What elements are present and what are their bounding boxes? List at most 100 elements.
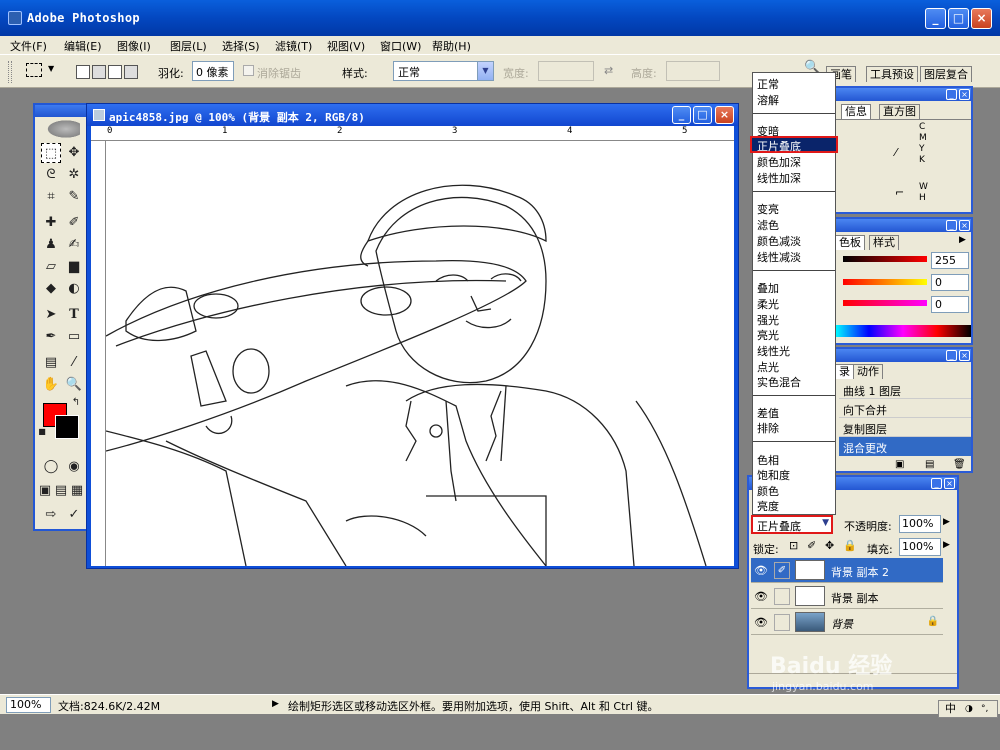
new-selection-icon[interactable] bbox=[76, 65, 90, 79]
tab-tool-presets[interactable]: 工具预设 bbox=[866, 66, 918, 82]
visibility-eye-icon[interactable]: 👁 bbox=[754, 564, 768, 577]
blend-option-linear-burn[interactable]: 线性加深 bbox=[757, 170, 801, 186]
menu-select[interactable]: 选择(S) bbox=[222, 38, 260, 54]
doc-maximize-button[interactable]: □ bbox=[693, 106, 712, 124]
history-item-active[interactable]: 混合更改 bbox=[839, 437, 971, 456]
blend-option-hard-light[interactable]: 强光 bbox=[757, 312, 779, 328]
path-select-tool-icon[interactable]: ➤ bbox=[41, 305, 61, 325]
subtract-selection-icon[interactable] bbox=[108, 65, 122, 79]
menu-file[interactable]: 文件(F) bbox=[10, 38, 47, 54]
blend-option-color[interactable]: 颜色 bbox=[757, 483, 779, 499]
minimize-button[interactable]: _ bbox=[925, 8, 946, 29]
history-panel-header[interactable]: _ × bbox=[835, 349, 971, 362]
blend-option-hard-mix[interactable]: 实色混合 bbox=[757, 374, 801, 390]
blend-option-saturation[interactable]: 饱和度 bbox=[757, 467, 790, 483]
play-arrow-icon[interactable]: ▶ bbox=[272, 699, 279, 709]
red-value-input[interactable]: 255 bbox=[931, 252, 969, 269]
screen-mode-standard-icon[interactable]: ▣ bbox=[37, 481, 53, 501]
antialias-checkbox[interactable] bbox=[243, 65, 254, 76]
blend-option-soft-light[interactable]: 柔光 bbox=[757, 296, 779, 312]
eraser-tool-icon[interactable]: ▱ bbox=[41, 257, 61, 277]
blend-option-color-dodge[interactable]: 颜色减淡 bbox=[757, 233, 801, 249]
blend-option-linear-dodge[interactable]: 线性减淡 bbox=[757, 249, 801, 265]
history-item[interactable]: 曲线 1 图层 bbox=[839, 380, 971, 399]
blue-slider-track[interactable] bbox=[843, 300, 927, 306]
move-tool-icon[interactable]: ✥ bbox=[64, 143, 84, 163]
close-button[interactable]: × bbox=[971, 8, 992, 29]
opacity-arrow-icon[interactable]: ▶ bbox=[943, 517, 950, 527]
swap-colors-icon[interactable]: ↰ bbox=[70, 397, 82, 409]
slice-tool-icon[interactable]: ✎ bbox=[64, 187, 84, 207]
menu-filter[interactable]: 滤镜(T) bbox=[275, 38, 312, 54]
zoom-input[interactable]: 100% bbox=[6, 697, 51, 713]
blend-option-hue[interactable]: 色相 bbox=[757, 452, 779, 468]
link-box[interactable] bbox=[774, 588, 790, 605]
rect-marquee-tool-icon[interactable]: ⬚ bbox=[41, 143, 61, 163]
quick-mask-mode-icon[interactable]: ◉ bbox=[64, 457, 84, 477]
doc-minimize-button[interactable]: _ bbox=[672, 106, 691, 124]
clone-stamp-tool-icon[interactable]: ♟ bbox=[41, 235, 61, 255]
horizontal-ruler[interactable]: 0 1 2 3 4 5 bbox=[91, 126, 734, 141]
history-item[interactable]: 向下合并 bbox=[839, 399, 971, 418]
tab-histogram[interactable]: 直方图 bbox=[879, 104, 920, 119]
blend-option-normal[interactable]: 正常 bbox=[757, 76, 779, 92]
info-panel-header[interactable]: _ × bbox=[835, 88, 971, 101]
add-to-selection-icon[interactable] bbox=[92, 65, 106, 79]
style-select[interactable]: 正常 ▼ bbox=[393, 61, 494, 81]
height-input[interactable] bbox=[666, 61, 720, 81]
toolbox-header[interactable] bbox=[35, 105, 88, 117]
tab-swatches[interactable]: 色板 bbox=[835, 235, 865, 250]
fill-arrow-icon[interactable]: ▶ bbox=[943, 540, 950, 550]
visibility-eye-icon[interactable]: 👁 bbox=[754, 590, 768, 603]
blend-option-vivid-light[interactable]: 亮光 bbox=[757, 327, 779, 343]
color-ramp[interactable] bbox=[835, 325, 971, 337]
blend-mode-dropdown[interactable]: 正常 溶解 变暗 正片叠底 颜色加深 线性加深 变亮 滤色 颜色减淡 线性减淡 … bbox=[750, 72, 838, 515]
notes-tool-icon[interactable]: ▤ bbox=[41, 353, 61, 373]
blend-option-overlay[interactable]: 叠加 bbox=[757, 280, 779, 296]
trash-icon[interactable]: 🗑 bbox=[953, 459, 966, 470]
brush-tool-icon[interactable]: ✐ bbox=[64, 213, 84, 233]
snapshot-icon[interactable]: ▤ bbox=[925, 459, 934, 470]
layer-row[interactable]: 👁 背景 副本 bbox=[751, 584, 943, 609]
crop-tool-icon[interactable]: ⌗ bbox=[41, 187, 61, 207]
tab-styles[interactable]: 样式 bbox=[869, 235, 899, 250]
edit-in-imageready-icon[interactable]: ✓ bbox=[64, 505, 84, 525]
opacity-input[interactable]: 100% bbox=[899, 515, 941, 533]
menu-layer[interactable]: 图层(L) bbox=[170, 38, 207, 54]
vertical-ruler[interactable] bbox=[91, 141, 106, 566]
blend-option-linear-light[interactable]: 线性光 bbox=[757, 343, 790, 359]
layer-row[interactable]: 👁 背景 🔒 bbox=[751, 610, 943, 635]
feather-input[interactable]: 0 像素 bbox=[192, 61, 234, 81]
blend-option-difference[interactable]: 差值 bbox=[757, 405, 779, 421]
screen-mode-menu-icon[interactable]: ▤ bbox=[53, 481, 69, 501]
dodge-tool-icon[interactable]: ◐ bbox=[64, 279, 84, 299]
menu-view[interactable]: 视图(V) bbox=[327, 38, 365, 54]
screen-mode-full-icon[interactable]: ▦ bbox=[69, 481, 85, 501]
standard-mode-icon[interactable]: ◯ bbox=[41, 457, 61, 477]
fill-input[interactable]: 100% bbox=[899, 538, 941, 556]
image-canvas[interactable] bbox=[106, 141, 734, 566]
doc-close-button[interactable]: × bbox=[715, 106, 734, 124]
intersect-selection-icon[interactable] bbox=[124, 65, 138, 79]
blend-option-dissolve[interactable]: 溶解 bbox=[757, 92, 779, 108]
eyedropper-tool-icon[interactable]: ⁄ bbox=[64, 353, 84, 373]
blend-option-color-burn[interactable]: 颜色加深 bbox=[757, 154, 801, 170]
pen-tool-icon[interactable]: ✒ bbox=[41, 327, 61, 347]
blend-option-pin-light[interactable]: 点光 bbox=[757, 359, 779, 375]
visibility-eye-icon[interactable]: 👁 bbox=[754, 616, 768, 629]
jump-to-imageready-icon[interactable]: ⇨ bbox=[41, 505, 61, 525]
toolbar-grip[interactable] bbox=[8, 61, 12, 83]
healing-brush-tool-icon[interactable]: ✚ bbox=[41, 213, 61, 233]
color-panel-header[interactable]: _ × bbox=[835, 219, 971, 232]
lock-all-icon[interactable]: 🔒 bbox=[843, 539, 857, 552]
gradient-tool-icon[interactable]: ▆ bbox=[64, 257, 84, 277]
document-size-info[interactable]: 文档:824.6K/2.42M bbox=[58, 698, 160, 714]
history-brush-tool-icon[interactable]: ✍ bbox=[64, 235, 84, 255]
marquee-tool-icon[interactable] bbox=[26, 63, 42, 77]
menu-image[interactable]: 图像(I) bbox=[117, 38, 151, 54]
panel-minimize-icon[interactable]: _ bbox=[946, 350, 957, 361]
lock-paint-icon[interactable]: ✐ bbox=[807, 539, 816, 552]
swap-icon[interactable]: ⇄ bbox=[604, 64, 613, 77]
shape-tool-icon[interactable]: ▭ bbox=[64, 327, 84, 347]
red-slider-track[interactable] bbox=[843, 256, 927, 262]
